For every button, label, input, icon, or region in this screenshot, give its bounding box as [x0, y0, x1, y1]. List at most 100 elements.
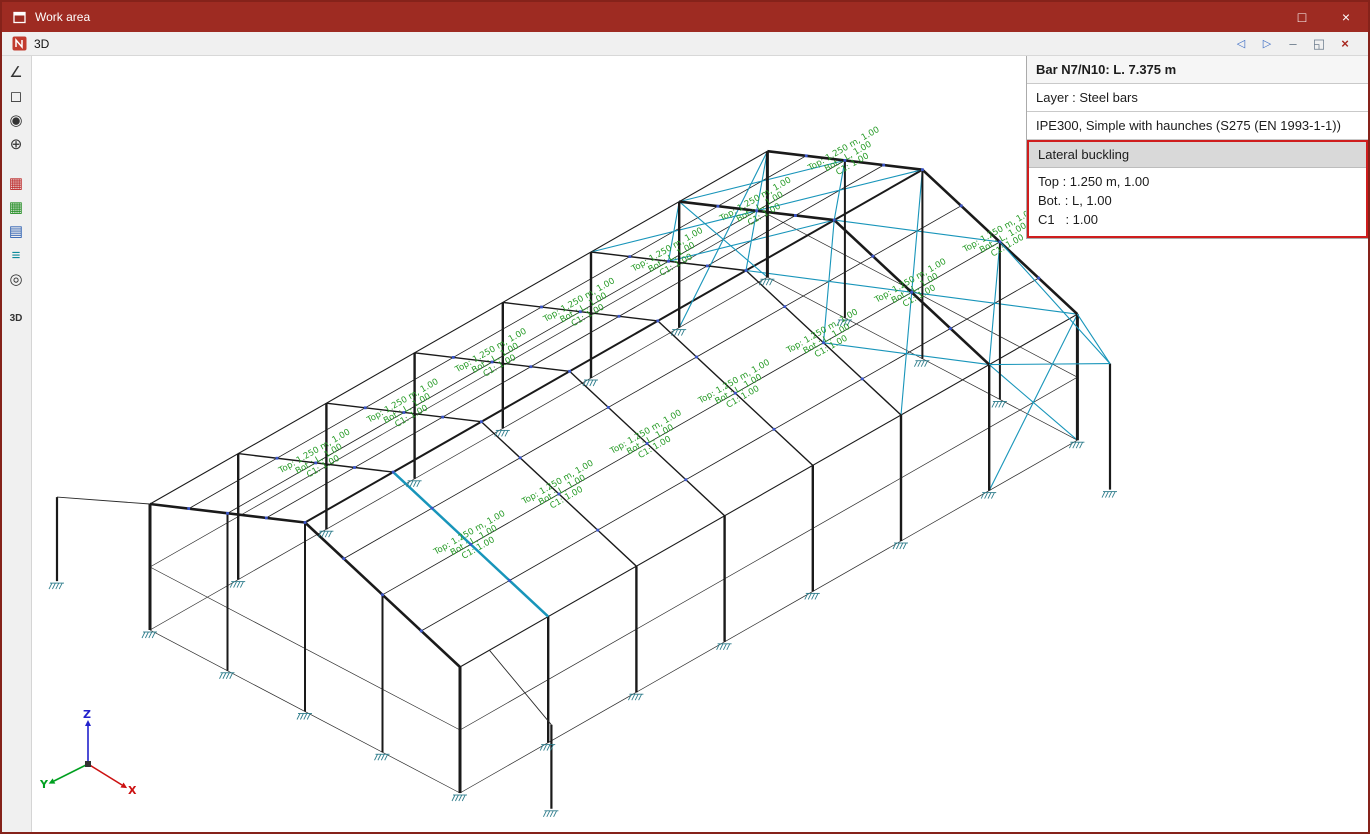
support-symbol: [804, 592, 820, 600]
node-marker: [716, 204, 720, 208]
info-panel: Bar N7/N10: L. 7.375 m Layer : Steel bar…: [1026, 56, 1368, 239]
node-marker: [275, 456, 279, 460]
buckling-annotation: Top: 1.250 m, 1.00Bot.: L, 1.00C1: 1.00: [608, 408, 684, 461]
hide-elements-icon[interactable]: ◎: [2, 268, 30, 292]
result-table-icon[interactable]: ▦: [2, 196, 30, 220]
node-marker: [353, 466, 356, 469]
support-symbol: [48, 582, 64, 590]
layers-icon[interactable]: ≡: [2, 244, 30, 268]
outrigger-strut[interactable]: [489, 649, 552, 726]
support-symbol: [1101, 491, 1117, 498]
support-symbol: [229, 581, 246, 588]
titlebar: Work area □ ×: [2, 2, 1368, 32]
app-icon: [12, 36, 27, 51]
eave-beam[interactable]: [149, 150, 768, 505]
pane-minimize-icon[interactable]: –: [1280, 36, 1306, 51]
node-marker: [430, 506, 434, 510]
pane-restore-icon[interactable]: ◱: [1306, 36, 1332, 52]
support-symbol: [451, 794, 467, 802]
lateral-buckling-box: Lateral buckling Top : 1.250 m, 1.00 Bot…: [1027, 140, 1368, 238]
buckling-annotation: Top: 1.250 m, 1.00Bot.: L, 1.00C1: 1.00: [541, 276, 617, 329]
axis-label: Y: [39, 778, 49, 791]
support-symbol: [627, 693, 644, 701]
node-marker: [264, 516, 268, 520]
data-table-icon[interactable]: ▤: [2, 220, 30, 244]
node-marker: [441, 415, 445, 419]
node-marker: [882, 163, 886, 167]
buckling-annotation: Top: 1.250 m, 1.00Bot.: L, 1.00C1: 1.00: [696, 358, 772, 411]
maximize-button[interactable]: □: [1280, 2, 1324, 32]
tabbar: 3D ◁ ▷ – ◱ ×: [2, 32, 1368, 56]
node-marker: [596, 528, 600, 532]
nav-next-icon[interactable]: ▷: [1254, 37, 1280, 50]
support-symbol: [539, 744, 556, 751]
tab-3d[interactable]: 3D: [34, 37, 49, 51]
lateral-buckling-c1: C1 : 1.00: [1038, 212, 1098, 227]
info-panel-layer: Layer : Steel bars: [1027, 84, 1368, 112]
support-symbol: [374, 753, 390, 761]
lateral-buckling-header: Lateral buckling: [1029, 142, 1366, 168]
purlin[interactable]: [188, 155, 807, 509]
node-marker: [529, 365, 533, 369]
support-symbol: [716, 643, 732, 651]
node-marker: [226, 511, 229, 515]
left-toolbar: ∠ ◻ ◉ ⊕ ▦ ▦ ▤ ≡ ◎ 3D: [2, 56, 32, 832]
node-marker: [606, 406, 610, 409]
node-marker: [419, 629, 423, 633]
node-marker: [804, 154, 808, 158]
outrigger-strut[interactable]: [56, 496, 151, 505]
pan-icon[interactable]: ⊕: [2, 133, 30, 157]
node-marker: [744, 269, 748, 272]
node-marker: [381, 593, 384, 597]
buckling-annotation: Top: 1.250 m, 1.00Bot.: L, 1.00C1: 1.00: [784, 307, 860, 360]
support-symbol: [991, 401, 1007, 408]
pane-close-icon[interactable]: ×: [1332, 36, 1358, 51]
info-panel-section: IPE300, Simple with haunches (S275 (EN 1…: [1027, 112, 1368, 140]
node-marker: [187, 507, 191, 510]
buckling-annotation: Top: 1.250 m, 1.00Bot.: L, 1.00C1: 1.00: [276, 427, 352, 480]
section-table-icon[interactable]: ▦: [2, 172, 30, 196]
node-marker: [949, 327, 952, 330]
node-marker: [794, 214, 797, 217]
lateral-buckling-bot: Bot. : L, 1.00: [1038, 193, 1112, 208]
support-symbol: [296, 713, 312, 720]
node-marker: [628, 255, 632, 258]
cube-view-icon[interactable]: ◻: [2, 85, 30, 109]
purlin[interactable]: [266, 164, 884, 519]
buckling-annotation: Top: 1.250 m, 1.00Bot.: L, 1.00C1: 1.00: [806, 125, 882, 178]
content-area: ∠ ◻ ◉ ⊕ ▦ ▦ ▤ ≡ ◎ 3D Top: 1.250 m, 1.00 Bot.: L, 1…: [2, 56, 1368, 832]
info-panel-title: Bar N7/N10: L. 7.375 m: [1027, 56, 1368, 84]
node-marker: [342, 557, 346, 560]
visibility-icon[interactable]: ◉: [2, 109, 30, 133]
node-marker: [656, 319, 660, 323]
viewport-3d[interactable]: Top: 1.250 m, 1.00 Bot.: L, 1.00 C1: 1.00 T…: [32, 56, 1368, 832]
buckling-annotation: Top: 1.250 m, 1.00Bot.: L, 1.00C1: 1.00: [520, 458, 596, 511]
support-symbol: [913, 360, 930, 367]
view-3d-icon[interactable]: 3D: [2, 307, 30, 331]
buckling-annotation: Top: 1.250 m, 1.00Bot.: L, 1.00C1: 1.00: [717, 175, 793, 228]
node-marker: [783, 305, 787, 308]
outrigger-bracing[interactable]: [989, 363, 1111, 366]
node-marker: [832, 218, 836, 222]
node-marker: [1037, 276, 1041, 280]
nav-prev-icon[interactable]: ◁: [1228, 37, 1254, 50]
node-marker: [391, 470, 395, 474]
close-button[interactable]: ×: [1324, 2, 1368, 32]
node-marker: [871, 254, 875, 258]
node-marker: [540, 305, 543, 309]
support-symbol: [980, 492, 997, 499]
support-symbol: [1068, 441, 1085, 449]
support-symbol: [141, 631, 157, 639]
node-marker: [921, 168, 924, 172]
workplane-icon[interactable]: ∠: [2, 61, 30, 85]
window-title: Work area: [35, 10, 91, 24]
node-marker: [860, 377, 864, 381]
outrigger-bracing[interactable]: [1076, 313, 1111, 364]
window-icon: [12, 10, 27, 25]
buckling-annotation: Top: 1.250 m, 1.00Bot.: L, 1.00C1: 1.00: [629, 226, 705, 279]
wall-girt[interactable]: [459, 376, 1078, 731]
wall-bracing[interactable]: [988, 364, 1078, 441]
axis-label: Z: [83, 708, 91, 721]
axis-label: X: [128, 784, 137, 797]
buckling-annotation: Top: 1.250 m, 1.00Bot.: L, 1.00C1: 1.00: [365, 377, 441, 430]
